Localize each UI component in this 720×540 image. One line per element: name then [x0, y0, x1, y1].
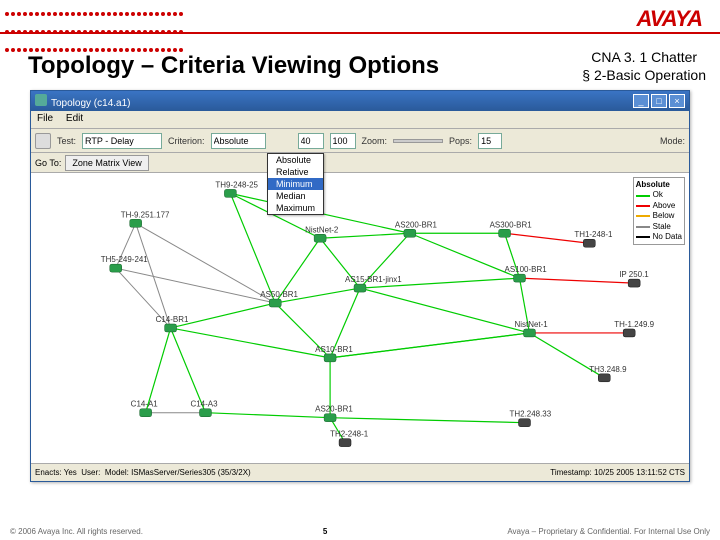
goto-label: Go To: — [35, 158, 61, 168]
criterion-select[interactable] — [211, 133, 266, 149]
svg-text:C14-A1: C14-A1 — [131, 400, 159, 409]
topology-canvas[interactable]: TH9-248-25 TH-9.251.177 NistNet-2 AS200-BR1… — [31, 173, 689, 463]
svg-text:TH5-249-241: TH5-249-241 — [101, 255, 149, 264]
topology-svg[interactable]: TH9-248-25 TH-9.251.177 NistNet-2 AS200-BR1… — [31, 173, 689, 463]
close-button[interactable]: × — [669, 94, 685, 108]
svg-text:TH1-248-1: TH1-248-1 — [574, 230, 613, 239]
confidential: Avaya – Proprietary & Confidential. For … — [507, 527, 710, 536]
svg-text:TH-1.249.9: TH-1.249.9 — [614, 320, 654, 329]
svg-text:AS300-BR1: AS300-BR1 — [490, 220, 533, 229]
divider — [0, 32, 720, 34]
test-label: Test: — [57, 136, 76, 146]
decorative-dots — [4, 4, 184, 30]
svg-text:AS15-BR1-jinx1: AS15-BR1-jinx1 — [345, 275, 402, 284]
node[interactable]: TH-1.249.9 — [614, 320, 654, 337]
window-title: Topology (c14.a1) — [51, 98, 131, 109]
maximize-button[interactable]: □ — [651, 94, 667, 108]
tool-icon[interactable] — [35, 133, 51, 149]
svg-text:AS50-BR1: AS50-BR1 — [260, 290, 298, 299]
criterion-label: Criterion: — [168, 136, 205, 146]
svg-text:NistNet-1: NistNet-1 — [515, 320, 549, 329]
menu-file[interactable]: File — [37, 113, 53, 124]
svg-text:C14-A3: C14-A3 — [191, 400, 219, 409]
criterion-option[interactable]: Relative — [268, 166, 323, 178]
page-number: 5 — [323, 527, 327, 536]
mode-label: Mode: — [660, 136, 685, 146]
node[interactable]: NistNet-2 — [305, 225, 339, 242]
pops-label: Pops: — [449, 136, 472, 146]
svg-text:NistNet-2: NistNet-2 — [305, 225, 339, 234]
node[interactable]: AS300-BR1 — [490, 220, 533, 237]
svg-text:TH3.248.9: TH3.248.9 — [589, 365, 627, 374]
node[interactable]: AS50-BR1 — [260, 290, 298, 307]
node[interactable]: TH3.248.9 — [589, 365, 627, 382]
node[interactable]: C14-A1 — [131, 400, 159, 417]
criterion-option[interactable]: Minimum — [268, 178, 323, 190]
svg-text:IP 250.1: IP 250.1 — [619, 270, 649, 279]
svg-text:TH2.248.33: TH2.248.33 — [510, 410, 552, 419]
svg-text:TH9-248-25: TH9-248-25 — [215, 180, 258, 189]
svg-text:TH-9.251.177: TH-9.251.177 — [121, 210, 170, 219]
node[interactable]: TH1-248-1 — [574, 230, 613, 247]
minimize-button[interactable]: _ — [633, 94, 649, 108]
node[interactable]: AS10-BR1 — [315, 345, 353, 362]
avaya-logo: AVAYA — [637, 6, 702, 32]
slide-subtitle: CNA 3. 1 Chatter§ 2-Basic Operation — [582, 48, 706, 84]
toolbar: Test: Criterion: Zoom: Pops: Mode: — [31, 129, 689, 153]
node[interactable]: C14-BR1 — [156, 315, 189, 332]
criterion-option[interactable]: Median — [268, 190, 323, 202]
titlebar[interactable]: Topology (c14.a1) _ □ × — [31, 91, 689, 111]
app-icon — [35, 94, 47, 106]
node[interactable]: AS200-BR1 — [395, 220, 438, 237]
zoom-slider[interactable] — [393, 139, 443, 143]
zone-matrix-button[interactable]: Zone Matrix View — [65, 155, 148, 171]
criterion-option[interactable]: Absolute — [268, 154, 323, 166]
svg-text:C14-BR1: C14-BR1 — [156, 315, 189, 324]
slide-title: Topology – Criteria Viewing Options — [28, 52, 439, 80]
node[interactable]: AS20-BR1 — [315, 405, 353, 422]
criterion-option[interactable]: Maximum — [268, 202, 323, 214]
svg-text:AS100-BR1: AS100-BR1 — [505, 265, 548, 274]
node[interactable]: TH2.248.33 — [510, 410, 552, 427]
menu-edit[interactable]: Edit — [66, 113, 83, 124]
slide-footer: © 2006 Avaya Inc. All rights reserved. 5… — [10, 527, 710, 536]
node[interactable]: IP 250.1 — [619, 270, 649, 287]
node[interactable]: TH-9.251.177 — [121, 210, 170, 227]
status-bar: Enacts: Yes User: Model: ISMasServer/Ser… — [31, 463, 689, 481]
zoom-label: Zoom: — [362, 136, 388, 146]
test-select[interactable] — [82, 133, 162, 149]
topology-window: Topology (c14.a1) _ □ × File Edit Test: … — [30, 90, 690, 482]
svg-text:AS10-BR1: AS10-BR1 — [315, 345, 353, 354]
svg-text:AS20-BR1: AS20-BR1 — [315, 405, 353, 414]
lower-input[interactable] — [298, 133, 324, 149]
criterion-dropdown[interactable]: AbsoluteRelativeMinimumMedianMaximum — [267, 153, 324, 215]
svg-text:AS200-BR1: AS200-BR1 — [395, 220, 438, 229]
node[interactable]: C14-A3 — [191, 400, 219, 417]
menubar: File Edit — [31, 111, 689, 129]
legend: AbsoluteOkAboveBelowStaleNo Data — [633, 177, 685, 245]
copyright: © 2006 Avaya Inc. All rights reserved. — [10, 527, 143, 536]
node[interactable]: TH2-248-1 — [330, 430, 369, 447]
svg-text:TH2-248-1: TH2-248-1 — [330, 430, 369, 439]
upper-input[interactable] — [330, 133, 356, 149]
pops-input[interactable] — [478, 133, 502, 149]
goto-bar: Go To: Zone Matrix View — [31, 153, 689, 173]
